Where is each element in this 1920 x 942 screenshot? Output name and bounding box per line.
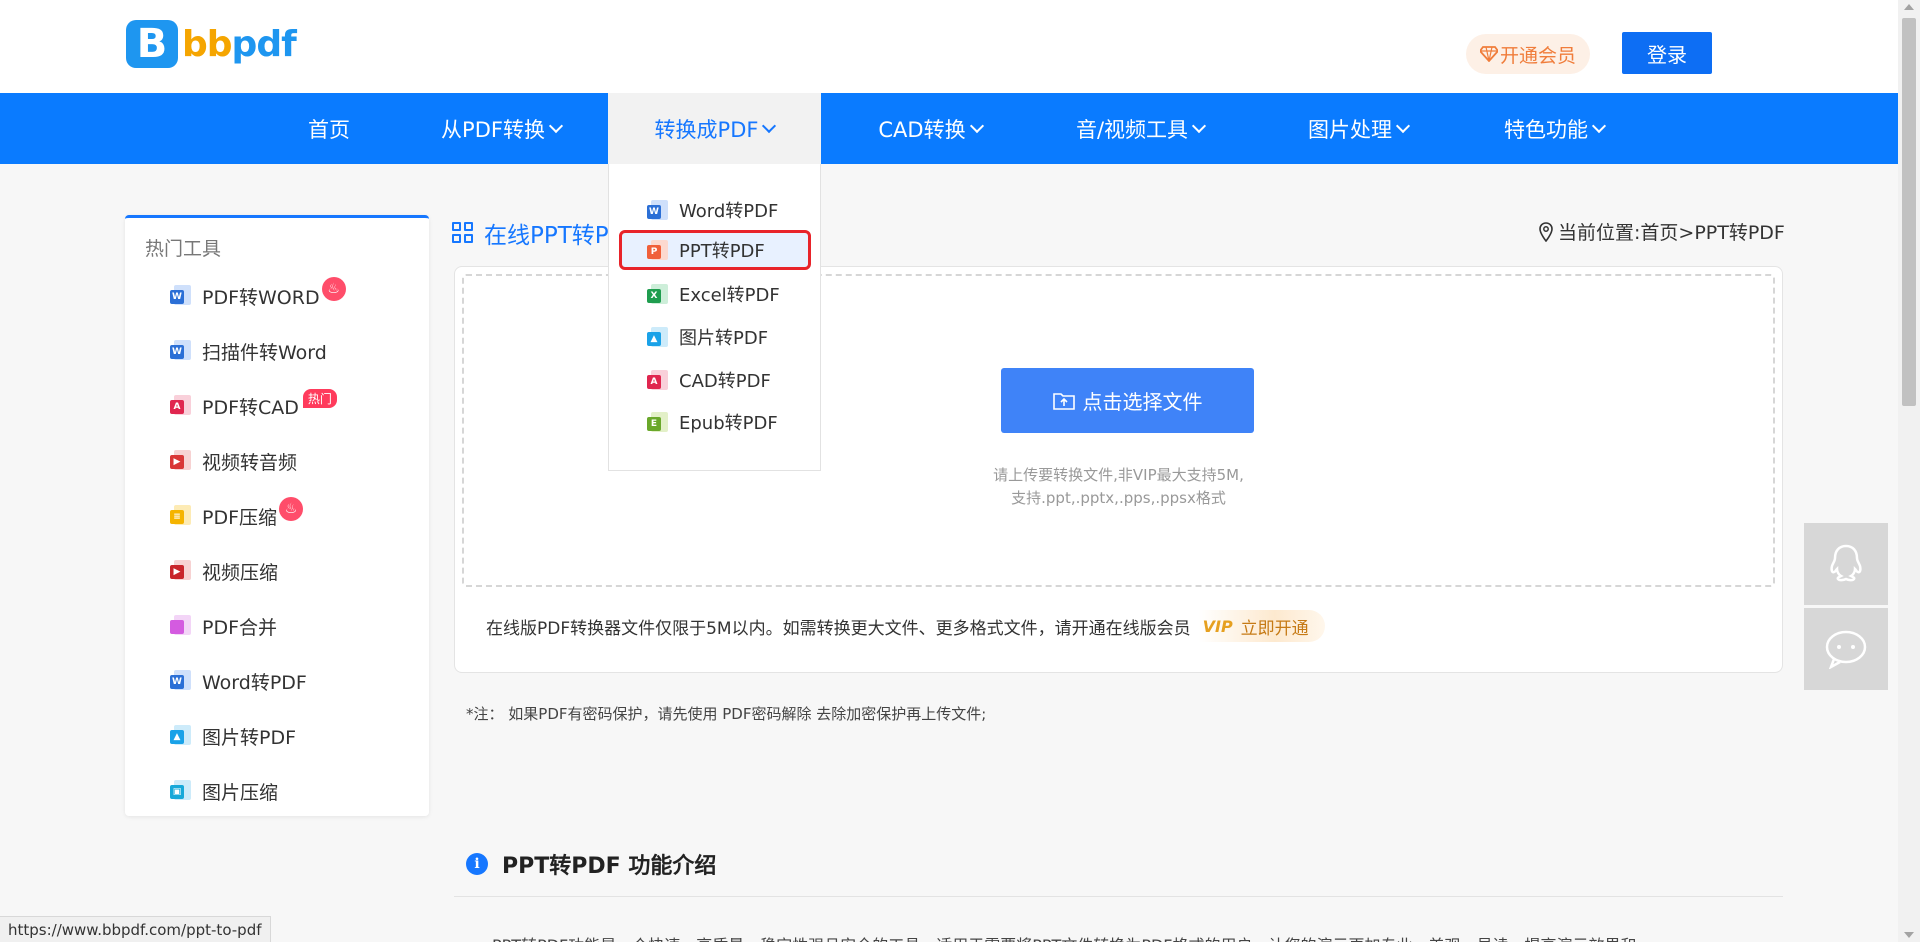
vertical-scrollbar[interactable] bbox=[1898, 0, 1920, 942]
login-button[interactable]: 登录 bbox=[1622, 32, 1712, 74]
breadcrumb: 当前位置:首页>PPT转PDF bbox=[1538, 218, 1785, 245]
site-logo[interactable]: B bbpdf bbox=[126, 20, 297, 68]
info-icon: i bbox=[466, 853, 488, 875]
word-icon: W bbox=[647, 199, 669, 221]
scrollbar-thumb[interactable] bbox=[1902, 18, 1916, 406]
pdf-merge-icon bbox=[170, 614, 194, 638]
chevron-down-icon bbox=[762, 118, 777, 133]
open-now-button[interactable]: VIP 立即开通 bbox=[1198, 610, 1325, 642]
nav-to-pdf[interactable]: 转换成PDF bbox=[608, 93, 821, 164]
select-file-button[interactable]: 点击选择文件 bbox=[1001, 368, 1254, 433]
nav-from-pdf[interactable]: 从PDF转换 bbox=[418, 93, 584, 164]
nav-image[interactable]: 图片处理 bbox=[1280, 93, 1436, 164]
password-note: *注： 如果PDF有密码保护，请先使用 PDF密码解除 去除加密保护再上传文件; bbox=[466, 705, 987, 723]
fire-icon: ♨ bbox=[321, 277, 346, 301]
qq-icon bbox=[1830, 544, 1862, 582]
link-status-url: https://www.bbpdf.com/ppt-to-pdf bbox=[0, 916, 271, 942]
chevron-down-icon bbox=[969, 118, 984, 133]
chevron-down-icon bbox=[548, 118, 564, 133]
sidebar-item-image-to-pdf[interactable]: ▲ 图片转PDF bbox=[170, 720, 296, 752]
scroll-up-arrow-icon[interactable] bbox=[1904, 4, 1914, 10]
scan-to-word-icon: W bbox=[170, 339, 194, 363]
cad-icon: A bbox=[647, 369, 669, 391]
folder-upload-icon bbox=[1052, 392, 1075, 410]
grid-icon bbox=[452, 222, 474, 244]
epub-icon: E bbox=[647, 411, 669, 433]
hot-badge: 热门 bbox=[302, 388, 337, 408]
scroll-down-arrow-icon[interactable] bbox=[1904, 932, 1914, 938]
sidebar-item-pdf-compress[interactable]: ≡ PDF压缩 ♨ bbox=[170, 497, 304, 532]
chevron-down-icon bbox=[1191, 118, 1207, 133]
excel-icon: X bbox=[647, 283, 669, 305]
nav-audio-video[interactable]: 音/视频工具 bbox=[1050, 93, 1230, 164]
main-nav: 首页 从PDF转换 转换成PDF CAD转换 音/视频工具 图片处理 特色功能 bbox=[0, 93, 1898, 164]
dropdown-item-word-to-pdf[interactable]: W Word转PDF bbox=[619, 190, 811, 230]
nav-cad[interactable]: CAD转换 bbox=[856, 93, 1004, 164]
image-to-pdf-icon: ▲ bbox=[170, 724, 194, 748]
sidebar-item-video-compress[interactable]: ▶ 视频压缩 bbox=[170, 555, 278, 587]
logo-mark: B bbox=[126, 20, 178, 68]
dropdown-item-excel-to-pdf[interactable]: X Excel转PDF bbox=[619, 274, 811, 314]
hot-tools-sidebar: 热门工具 W PDF转WORD ♨ W 扫描件转Word A PDF转CAD 热… bbox=[125, 215, 429, 816]
upload-hint-line2: 支持.ppt,.pptx,.pps,.ppsx格式 bbox=[1011, 489, 1226, 507]
vip-notice: 在线版PDF转换器文件仅限于5M以内。如需转换更大文件、更多格式文件，请开通在线… bbox=[486, 610, 1325, 642]
to-pdf-dropdown: W Word转PDF P PPT转PDF X Excel转PDF ▲ 图片转PD… bbox=[608, 164, 821, 471]
sidebar-item-pdf-to-cad[interactable]: A PDF转CAD 热门 bbox=[170, 388, 337, 422]
image-compress-icon: ▣ bbox=[170, 779, 194, 803]
sidebar-item-image-compress[interactable]: ▣ 图片压缩 bbox=[170, 775, 278, 807]
qq-contact-button[interactable] bbox=[1804, 523, 1888, 605]
sidebar-item-pdf-merge[interactable]: PDF合并 bbox=[170, 610, 277, 642]
sidebar-title: 热门工具 bbox=[145, 238, 222, 260]
dropdown-item-ppt-to-pdf[interactable]: P PPT转PDF bbox=[619, 230, 811, 270]
ppt-icon: P bbox=[647, 239, 669, 261]
open-vip-button[interactable]: 开通会员 bbox=[1466, 34, 1590, 74]
chevron-down-icon bbox=[1395, 118, 1411, 133]
fire-icon: ♨ bbox=[279, 497, 304, 521]
wechat-contact-button[interactable] bbox=[1804, 608, 1888, 690]
sidebar-item-video-to-audio[interactable]: ▶ 视频转音频 bbox=[170, 445, 297, 477]
video-to-audio-icon: ▶ bbox=[170, 449, 194, 473]
section-divider bbox=[454, 896, 1783, 897]
nav-features[interactable]: 特色功能 bbox=[1476, 93, 1632, 164]
diamond-icon bbox=[1479, 46, 1498, 62]
dropdown-item-epub-to-pdf[interactable]: E Epub转PDF bbox=[619, 402, 811, 442]
image-icon: ▲ bbox=[647, 326, 669, 348]
sidebar-item-word-to-pdf[interactable]: W Word转PDF bbox=[170, 665, 307, 697]
feature-intro-title: i PPT转PDF 功能介绍 bbox=[466, 848, 716, 880]
pdf-to-cad-icon: A bbox=[170, 394, 194, 418]
open-vip-label: 开通会员 bbox=[1499, 44, 1576, 67]
chat-bubble-icon bbox=[1825, 630, 1867, 669]
dropdown-item-image-to-pdf[interactable]: ▲ 图片转PDF bbox=[619, 317, 811, 357]
logo-wordmark: bbpdf bbox=[182, 23, 297, 65]
nav-home[interactable]: 首页 bbox=[284, 93, 374, 164]
location-pin-icon bbox=[1539, 221, 1553, 242]
feature-intro-text: PPT转PDF功能是一个快速、高质量、稳定性强且安全的工具，适用于需要将PPT文… bbox=[492, 932, 1637, 942]
pdf-compress-icon: ≡ bbox=[170, 504, 194, 528]
dropdown-item-cad-to-pdf[interactable]: A CAD转PDF bbox=[619, 360, 811, 400]
site-header: B bbpdf 开通会员 登录 bbox=[0, 0, 1898, 93]
sidebar-item-pdf-to-word[interactable]: W PDF转WORD ♨ bbox=[170, 277, 346, 312]
pdf-to-word-icon: W bbox=[170, 284, 194, 308]
chevron-down-icon bbox=[1591, 118, 1607, 133]
word-to-pdf-icon: W bbox=[170, 669, 194, 693]
sidebar-item-scan-to-word[interactable]: W 扫描件转Word bbox=[170, 335, 327, 367]
vip-icon: VIP bbox=[1202, 616, 1233, 636]
video-compress-icon: ▶ bbox=[170, 559, 194, 583]
